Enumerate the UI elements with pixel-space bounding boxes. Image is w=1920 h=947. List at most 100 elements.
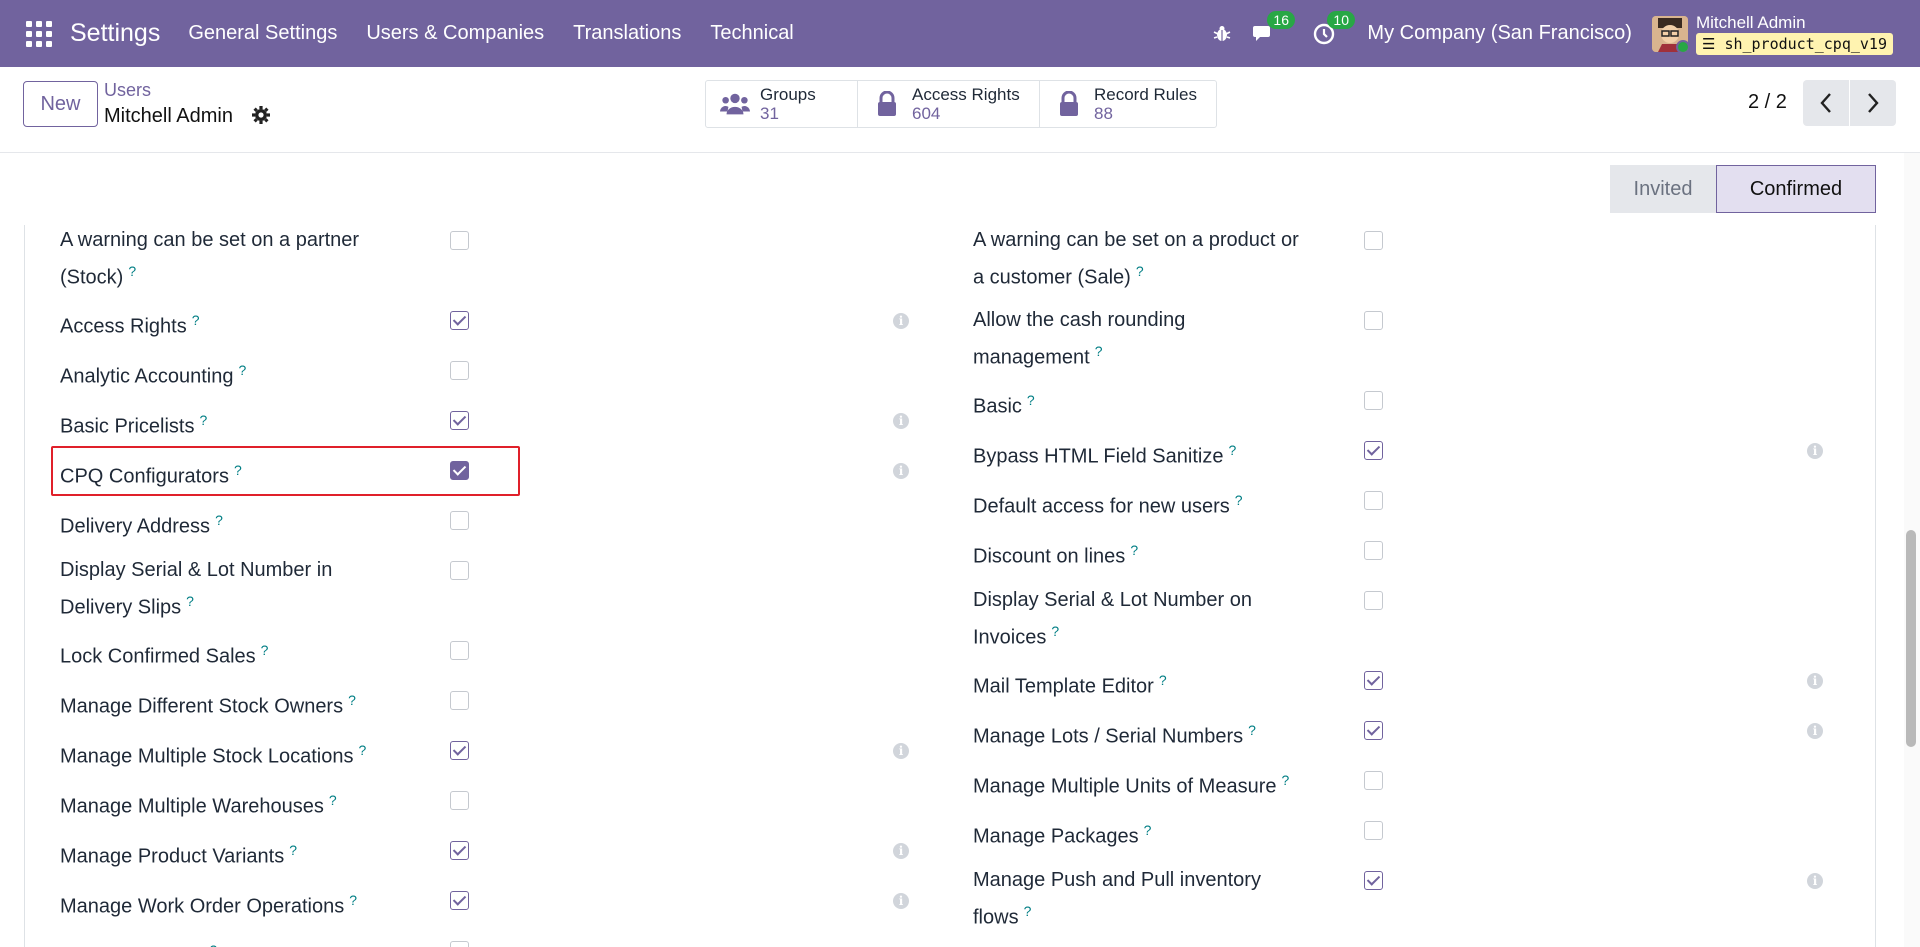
users-icon xyxy=(720,91,750,117)
help-tooltip-icon[interactable]: ? xyxy=(1130,542,1138,558)
permission-checkbox[interactable] xyxy=(1364,311,1383,330)
activities-count-badge: 10 xyxy=(1327,10,1355,29)
help-tooltip-icon[interactable]: ? xyxy=(128,263,136,279)
stage-confirmed[interactable]: Confirmed xyxy=(1716,165,1876,213)
permission-checkbox[interactable] xyxy=(1364,821,1383,840)
app-title[interactable]: Settings xyxy=(70,19,160,48)
access-rights-count: 604 xyxy=(912,104,941,123)
right-permission-row: Basic? xyxy=(0,385,1900,425)
permission-checkbox[interactable] xyxy=(1364,491,1383,510)
right-permission-row: Display Serial & Lot Number on Invoices? xyxy=(0,585,1900,649)
activities-clock-icon[interactable]: 10 xyxy=(1311,10,1355,47)
info-icon[interactable]: i xyxy=(1807,443,1823,459)
access-rights-smart-button[interactable]: Access Rights 604 xyxy=(858,81,1040,127)
stage-invited[interactable]: Invited xyxy=(1610,165,1716,213)
help-tooltip-icon[interactable]: ? xyxy=(1144,822,1152,838)
help-tooltip-icon[interactable]: ? xyxy=(1095,343,1103,359)
pager-next-button[interactable] xyxy=(1850,80,1896,126)
control-panel: New Users Mitchell Admin Groups 31 Acces… xyxy=(0,67,1920,153)
permission-label: Multi Currencies? xyxy=(60,935,217,947)
help-tooltip-icon[interactable]: ? xyxy=(1024,903,1032,919)
right-permission-row: Manage Packages? xyxy=(0,815,1900,855)
permission-label-line: Manage Multiple Units of Measure xyxy=(973,775,1277,798)
permission-checkbox[interactable] xyxy=(1364,231,1383,250)
help-tooltip-icon[interactable]: ? xyxy=(238,362,246,378)
info-icon[interactable]: i xyxy=(1807,873,1823,889)
permission-label: Manage Multiple Units of Measure? xyxy=(973,765,1289,803)
lock-icon xyxy=(1054,91,1084,117)
permission-checkbox[interactable] xyxy=(1364,671,1383,690)
user-name: Mitchell Admin xyxy=(1695,12,1806,32)
user-avatar[interactable] xyxy=(1651,15,1688,52)
permission-label-line: Basic xyxy=(973,395,1022,418)
permission-label: Discount on lines? xyxy=(973,535,1138,573)
messages-chat-icon[interactable]: 16 xyxy=(1251,10,1295,47)
breadcrumb-current-record: Mitchell Admin xyxy=(104,105,233,127)
permission-checkbox[interactable] xyxy=(1364,391,1383,410)
groups-smart-button[interactable]: Groups 31 xyxy=(706,81,858,127)
permission-checkbox[interactable] xyxy=(1364,871,1383,890)
permission-label-line: (Stock) xyxy=(60,266,124,289)
help-tooltip-icon[interactable]: ? xyxy=(1281,772,1289,788)
scrollbar-thumb[interactable] xyxy=(1906,530,1916,747)
permission-label-line: Bypass HTML Field Sanitize xyxy=(973,445,1224,468)
permission-checkbox[interactable] xyxy=(1364,441,1383,460)
permission-checkbox[interactable] xyxy=(450,941,469,947)
menu-users-companies[interactable]: Users & Companies xyxy=(366,22,544,45)
info-icon[interactable]: i xyxy=(1807,673,1823,689)
right-permission-row: A warning can be set on a product or a cu… xyxy=(0,225,1900,289)
right-permission-row: Manage Multiple Units of Measure? xyxy=(0,765,1900,805)
permission-label: Bypass HTML Field Sanitize? xyxy=(973,435,1236,473)
new-button[interactable]: New xyxy=(23,81,98,127)
menu-translations[interactable]: Translations xyxy=(573,22,681,45)
right-permission-row: Discount on lines? xyxy=(0,535,1900,575)
menu-technical[interactable]: Technical xyxy=(710,22,793,45)
user-menu[interactable]: Mitchell Admin ☰ sh_product_cpq_v19 xyxy=(1695,12,1893,55)
permission-label-line: Default access for new users xyxy=(973,495,1230,518)
permission-checkbox[interactable] xyxy=(450,361,469,380)
permission-label-line: management xyxy=(973,346,1090,369)
help-tooltip-icon[interactable]: ? xyxy=(1136,263,1144,279)
permission-label: Manage Packages? xyxy=(973,815,1151,853)
help-tooltip-icon[interactable]: ? xyxy=(1228,442,1236,458)
permission-label-line: Manage Push and Pull inventory xyxy=(973,869,1261,891)
permission-label: Allow the cash rounding management? xyxy=(973,305,1185,374)
permission-checkbox[interactable] xyxy=(1364,771,1383,790)
permission-label-line: Invoices xyxy=(973,626,1047,649)
menu-general-settings[interactable]: General Settings xyxy=(188,22,337,45)
gear-icon[interactable] xyxy=(251,105,271,131)
company-switcher[interactable]: My Company (San Francisco) xyxy=(1367,22,1632,45)
help-tooltip-icon[interactable]: ? xyxy=(1235,492,1243,508)
help-tooltip-icon[interactable]: ? xyxy=(1027,392,1035,408)
permission-label: Default access for new users? xyxy=(973,485,1243,523)
record-rules-count: 88 xyxy=(1094,104,1113,123)
permission-label: A warning can be set on a product or a cu… xyxy=(973,225,1299,294)
apps-menu-icon[interactable] xyxy=(26,20,52,47)
debug-bug-icon[interactable] xyxy=(1209,21,1235,47)
online-status-dot xyxy=(1675,39,1688,52)
breadcrumb-users-link[interactable]: Users xyxy=(104,80,151,101)
help-tooltip-icon[interactable]: ? xyxy=(209,942,217,947)
info-icon[interactable]: i xyxy=(1807,723,1823,739)
help-tooltip-icon[interactable]: ? xyxy=(261,642,269,658)
database-badge: ☰ sh_product_cpq_v19 xyxy=(1695,32,1893,55)
database-icon: ☰ xyxy=(1701,34,1716,53)
permission-label: Mail Template Editor? xyxy=(973,665,1167,703)
help-tooltip-icon[interactable]: ? xyxy=(1051,623,1059,639)
groups-count: 31 xyxy=(760,104,779,123)
record-rules-smart-button[interactable]: Record Rules 88 xyxy=(1040,81,1216,127)
pager-value[interactable]: 2 / 2 xyxy=(1748,91,1787,114)
pager-previous-button[interactable] xyxy=(1803,80,1849,126)
right-permission-row: Allow the cash rounding management? xyxy=(0,305,1900,369)
right-permission-row: Mail Template Editor? i xyxy=(0,665,1900,705)
permission-checkbox[interactable] xyxy=(1364,591,1383,610)
groups-label: Groups xyxy=(760,85,816,104)
help-tooltip-icon[interactable]: ? xyxy=(1248,722,1256,738)
permission-label-line: A warning can be set on a product or xyxy=(973,229,1299,251)
help-tooltip-icon[interactable]: ? xyxy=(1159,672,1167,688)
permission-checkbox[interactable] xyxy=(1364,541,1383,560)
permission-checkbox[interactable] xyxy=(1364,721,1383,740)
permission-checkbox[interactable] xyxy=(450,641,469,660)
permission-label-line: Discount on lines xyxy=(973,545,1126,568)
permission-label-line: Display Serial & Lot Number on xyxy=(973,589,1253,611)
